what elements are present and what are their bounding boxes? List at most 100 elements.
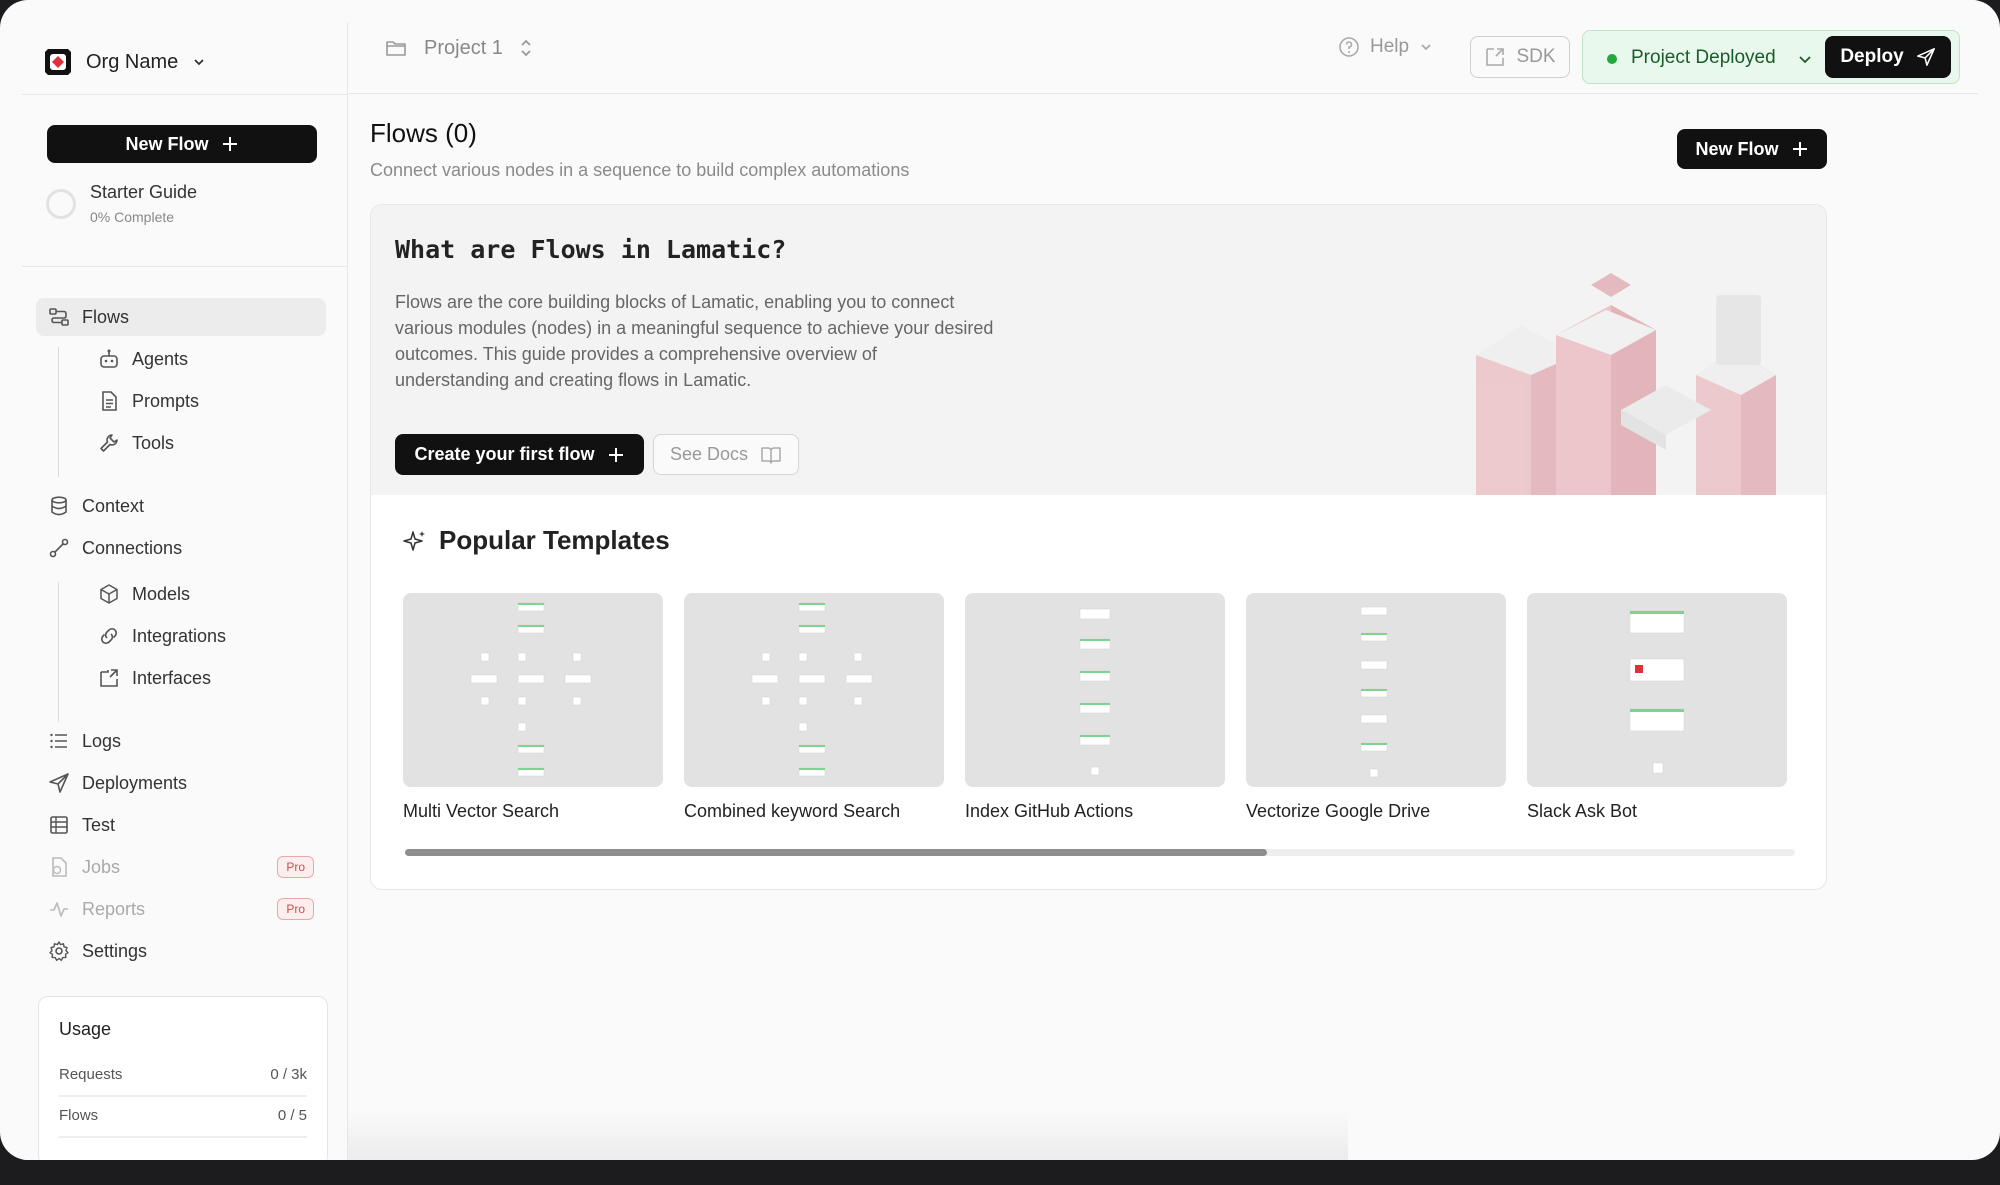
project-switcher[interactable]: Project 1	[384, 36, 533, 60]
template-scrollbar[interactable]	[405, 849, 1795, 856]
popular-templates-title: Popular Templates	[439, 525, 670, 555]
help-icon	[1339, 37, 1359, 57]
robot-icon	[100, 349, 118, 368]
usage-label: Requests	[59, 1066, 123, 1083]
usage-value: 0 / 3k	[270, 1066, 307, 1083]
chevron-down-icon[interactable]	[1797, 51, 1813, 67]
template-card[interactable]: Index GitHub Actions	[965, 593, 1225, 822]
sidebar-item-label: Agents	[132, 348, 189, 369]
activity-icon	[50, 902, 68, 917]
sidebar-item-prompts[interactable]: Prompts	[86, 382, 326, 420]
bottom-shadow	[348, 1110, 1348, 1160]
sidebar-item-label: Interfaces	[132, 667, 212, 688]
template-thumbnail	[965, 593, 1225, 787]
pro-badge: Pro	[277, 898, 314, 920]
scrollbar-thumb[interactable]	[405, 849, 1267, 856]
connection-icon	[49, 538, 69, 558]
sidebar-item-agents[interactable]: Agents	[86, 340, 326, 378]
flow-preview-icon	[751, 602, 873, 777]
org-switcher[interactable]: Org Name	[42, 42, 206, 82]
sidebar-item-models[interactable]: Models	[86, 575, 326, 613]
new-flow-label: New Flow	[1695, 138, 1779, 159]
sidebar-item-logs[interactable]: Logs	[36, 722, 326, 760]
see-docs-button[interactable]: See Docs	[653, 434, 799, 475]
send-icon	[1916, 48, 1935, 66]
template-thumbnail	[1527, 593, 1787, 787]
plus-icon	[222, 137, 237, 151]
org-logo-icon	[45, 49, 71, 75]
help-label: Help	[1370, 36, 1410, 57]
flow-preview-icon	[1079, 608, 1111, 776]
new-flow-label: New Flow	[125, 133, 209, 154]
template-thumbnail	[1246, 593, 1506, 787]
flows-intro-card: What are Flows in Lamatic? Flows are the…	[370, 204, 1827, 890]
sidebar-item-interfaces[interactable]: Interfaces	[86, 659, 326, 697]
sidebar-item-label: Deployments	[82, 772, 188, 793]
template-card[interactable]: Slack Ask Bot	[1527, 593, 1787, 822]
sidebar-item-label: Models	[132, 583, 191, 604]
starter-guide[interactable]: Starter Guide 0% Complete	[46, 182, 197, 225]
sparkles-icon	[403, 530, 425, 551]
code-window-icon	[1486, 48, 1505, 66]
sidebar-item-context[interactable]: Context	[36, 487, 326, 525]
file-clock-icon	[52, 857, 67, 877]
deploy-label: Deploy	[1840, 46, 1904, 67]
deploy-status[interactable]: Project Deployed	[1631, 47, 1776, 69]
divider	[22, 94, 348, 95]
folder-icon	[386, 41, 406, 56]
sidebar-item-reports[interactable]: Reports Pro	[36, 890, 326, 928]
flow-preview-icon	[1629, 610, 1685, 774]
nav-tree-line	[58, 582, 59, 722]
isometric-illustration-icon	[1476, 273, 1776, 495]
sidebar-item-settings[interactable]: Settings	[36, 932, 326, 970]
template-card[interactable]: Combined keyword Search	[684, 593, 944, 822]
sidebar-item-integrations[interactable]: Integrations	[86, 617, 326, 655]
sidebar-item-label: Flows	[82, 306, 130, 327]
nav-tree-line	[58, 347, 59, 477]
database-icon	[51, 496, 67, 516]
popular-templates-header: Popular Templates	[403, 525, 670, 556]
template-name: Multi Vector Search	[403, 801, 560, 821]
deploy-status-group: Project Deployed Deploy	[1582, 30, 1960, 84]
sidebar-item-label: Test	[82, 814, 116, 835]
book-icon	[761, 446, 781, 464]
hero-banner: What are Flows in Lamatic? Flows are the…	[371, 205, 1826, 495]
plus-icon	[608, 447, 623, 462]
template-card[interactable]: Multi Vector Search	[403, 593, 663, 822]
sidebar-item-label: Reports	[82, 898, 146, 919]
top-bar: Project 1 Help SDK Project Deployed Depl…	[348, 0, 1978, 94]
org-name: Org Name	[86, 50, 179, 73]
sdk-button[interactable]: SDK	[1470, 36, 1570, 78]
sidebar-item-label: Tools	[132, 432, 175, 453]
pro-badge: Pro	[277, 856, 314, 878]
sidebar-item-jobs[interactable]: Jobs Pro	[36, 848, 326, 886]
table-icon	[50, 816, 68, 834]
usage-row: Flows 0 / 5	[59, 1097, 307, 1138]
sidebar-item-test[interactable]: Test	[36, 806, 326, 844]
template-card[interactable]: Vectorize Google Drive	[1246, 593, 1506, 822]
template-thumbnail	[684, 593, 944, 787]
template-name: Slack Ask Bot	[1527, 801, 1638, 821]
sidebar-item-flows[interactable]: Flows	[36, 298, 326, 336]
project-name: Project 1	[424, 36, 503, 59]
app-window: Org Name New Flow Starter Guide 0% Compl…	[0, 0, 2000, 1160]
chevron-down-icon	[1421, 44, 1431, 51]
wrench-icon	[100, 434, 118, 452]
sidebar-item-label: Logs	[82, 730, 122, 751]
sidebar-item-label: Context	[82, 495, 145, 516]
sidebar-item-label: Settings	[82, 940, 148, 961]
hero-title: What are Flows in Lamatic?	[395, 235, 787, 264]
sidebar-item-connections[interactable]: Connections	[36, 529, 326, 567]
new-flow-button[interactable]: New Flow	[47, 125, 317, 163]
chevron-down-icon	[194, 59, 204, 66]
create-first-flow-button[interactable]: Create your first flow	[395, 434, 644, 475]
deploy-button[interactable]: Deploy	[1825, 36, 1951, 78]
starter-title: Starter Guide	[90, 182, 198, 202]
new-flow-button[interactable]: New Flow	[1677, 129, 1827, 169]
sidebar-item-deployments[interactable]: Deployments	[36, 764, 326, 802]
usage-title: Usage	[59, 1019, 112, 1039]
sidebar-item-tools[interactable]: Tools	[86, 424, 326, 462]
sidebar-item-label: Integrations	[132, 625, 227, 646]
help-menu[interactable]: Help	[1338, 36, 1433, 58]
usage-panel: Usage Requests 0 / 3k Flows 0 / 5	[38, 996, 328, 1160]
